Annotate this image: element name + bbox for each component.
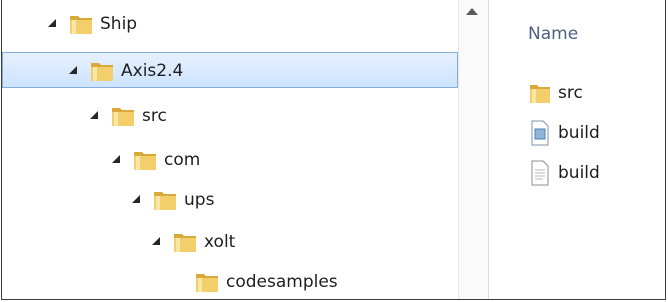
tree-item-ups[interactable]: ups xyxy=(2,182,458,218)
text-file-icon xyxy=(531,160,549,186)
list-item-build-config[interactable]: build xyxy=(528,120,668,148)
expanded-arrow-icon[interactable] xyxy=(48,19,56,27)
scroll-up-arrow-icon[interactable] xyxy=(466,8,478,15)
config-file-icon xyxy=(531,120,549,146)
expanded-arrow-icon[interactable] xyxy=(69,66,77,74)
tree-item-ship[interactable]: Ship xyxy=(2,6,458,42)
tree-item-label: ups xyxy=(184,190,215,210)
tree-item-label: src xyxy=(142,106,167,126)
list-item-build-text[interactable]: build xyxy=(528,160,668,188)
column-header-name[interactable]: Name xyxy=(528,24,578,44)
folder-icon xyxy=(154,192,176,210)
tree-item-label: Axis2.4 xyxy=(121,61,184,81)
tree-scrollbar[interactable] xyxy=(458,0,489,299)
folder-icon xyxy=(91,63,113,81)
folder-icon xyxy=(134,152,156,170)
expanded-arrow-icon[interactable] xyxy=(132,195,140,203)
list-item-src[interactable]: src xyxy=(528,80,668,108)
file-list: Name src build build xyxy=(490,0,665,299)
tree-item-label: com xyxy=(164,150,201,170)
folder-icon xyxy=(530,85,550,103)
folder-icon xyxy=(174,234,196,252)
folder-tree: Ship Axis2.4 src com ups xolt codesample… xyxy=(2,0,458,299)
folder-icon xyxy=(112,108,134,126)
tree-item-axis2-4[interactable]: Axis2.4 xyxy=(2,52,458,88)
list-item-label: build xyxy=(558,123,600,143)
tree-item-com[interactable]: com xyxy=(2,142,458,178)
list-item-label: src xyxy=(558,83,583,103)
expanded-arrow-icon[interactable] xyxy=(90,111,98,119)
expanded-arrow-icon[interactable] xyxy=(152,237,160,245)
tree-item-label: Ship xyxy=(100,14,138,34)
explorer-window: Ship Axis2.4 src com ups xolt codesample… xyxy=(1,0,666,300)
tree-item-xolt[interactable]: xolt xyxy=(2,224,458,260)
folder-icon xyxy=(70,16,92,34)
tree-item-label: xolt xyxy=(204,232,236,252)
tree-item-src[interactable]: src xyxy=(2,98,458,134)
list-item-label: build xyxy=(558,163,600,183)
tree-item-label: codesamples xyxy=(226,272,338,292)
tree-item-codesamples[interactable]: codesamples xyxy=(2,264,458,299)
expanded-arrow-icon[interactable] xyxy=(112,155,120,163)
folder-icon xyxy=(196,274,218,292)
